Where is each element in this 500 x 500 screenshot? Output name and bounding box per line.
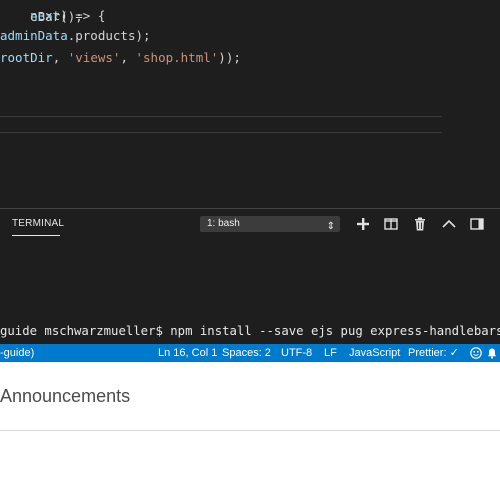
webpage-section: Announcements — [0, 362, 500, 500]
status-eol[interactable]: LF — [324, 344, 337, 362]
page-heading: Announcements — [0, 386, 131, 406]
active-tab-indicator — [12, 235, 60, 236]
terminal-panel[interactable]: TERMINAL 1: bash ⇕ guide mschwarzmueller… — [0, 209, 500, 344]
terminal-command: guide mschwarzmueller$ npm install --sav… — [0, 324, 500, 338]
close-panel-icon[interactable] — [469, 216, 485, 232]
code-param: next — [30, 8, 61, 23]
code-line: next) => { — [0, 7, 105, 25]
code-line: adminData.products); — [0, 27, 151, 45]
editor-divider — [0, 116, 442, 117]
editor-divider — [0, 132, 442, 133]
code-identifier: adminData — [0, 28, 68, 43]
code-text: , — [52, 50, 68, 65]
trash-icon[interactable] — [412, 216, 428, 232]
code-text: )); — [218, 50, 241, 65]
status-indentation[interactable]: Spaces: 2 — [222, 344, 271, 362]
terminal-select-value: 1: bash — [207, 218, 240, 229]
code-text: , — [120, 50, 136, 65]
status-branch[interactable]: -guide) — [0, 344, 34, 362]
terminal-prompt[interactable]: guide mschwarzmueller$ npm install --sav… — [0, 322, 500, 340]
status-position[interactable]: Ln 16, Col 1 — [158, 344, 217, 362]
split-terminal-icon[interactable] — [383, 216, 399, 232]
select-arrows-icon: ⇕ — [326, 221, 335, 232]
divider — [0, 430, 500, 431]
code-identifier: rootDir — [0, 50, 53, 65]
code-line: rootDir, 'views', 'shop.html')); — [0, 49, 241, 67]
smiley-icon[interactable] — [470, 347, 482, 359]
code-string: 'views' — [67, 50, 121, 65]
chevron-up-icon[interactable] — [441, 216, 457, 232]
status-language[interactable]: JavaScript — [349, 344, 400, 362]
status-encoding[interactable]: UTF-8 — [281, 344, 312, 362]
status-prettier[interactable]: Prettier: ✓ — [408, 344, 459, 362]
status-bar: -guide) Ln 16, Col 1 Spaces: 2 UTF-8 LF … — [0, 344, 500, 362]
tab-terminal[interactable]: TERMINAL — [12, 218, 64, 229]
code-editor[interactable]: eBar(); next) => { adminData.products); … — [0, 0, 500, 208]
code-string: 'shop.html' — [135, 50, 219, 65]
code-text: .products); — [67, 28, 151, 43]
bell-icon[interactable] — [486, 347, 498, 359]
plus-icon[interactable] — [355, 216, 371, 232]
terminal-select[interactable]: 1: bash ⇕ — [200, 216, 340, 232]
code-text: ) => { — [60, 8, 106, 23]
